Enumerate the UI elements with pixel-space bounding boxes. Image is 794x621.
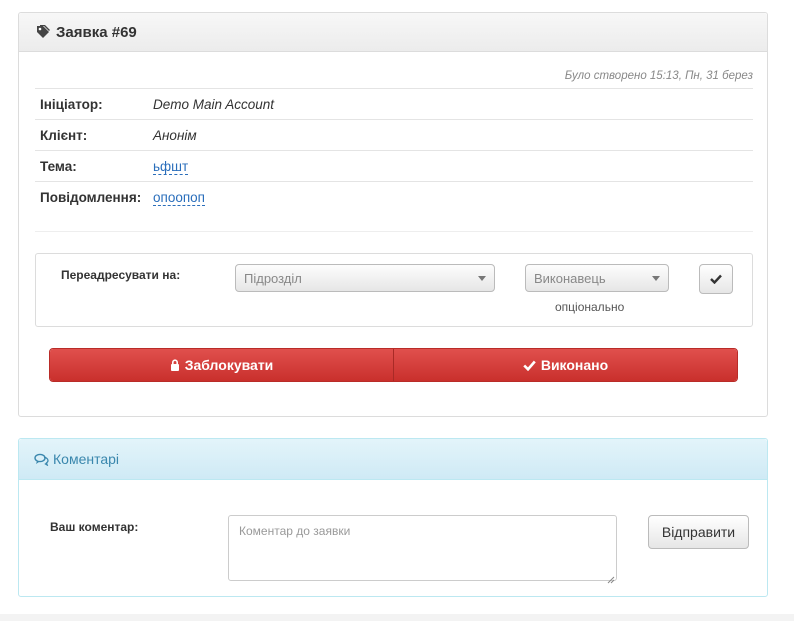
department-select[interactable]: Підрозділ — [235, 264, 495, 292]
divider — [35, 231, 753, 232]
subject-cell: ьфшт — [148, 150, 753, 182]
done-button[interactable]: Виконано — [393, 349, 737, 381]
comment-textarea[interactable] — [228, 515, 617, 581]
check-icon — [710, 272, 722, 287]
send-comment-button[interactable]: Відправити — [648, 515, 749, 549]
comments-panel-heading: Коментарі — [19, 439, 767, 480]
info-label: Тема: — [35, 150, 148, 182]
comments-panel: Коментарі Ваш коментар: Відправити — [18, 438, 768, 597]
info-label: Ініціатор: — [35, 88, 148, 120]
message-cell: опоопоп — [148, 181, 753, 213]
initiator-value: Demo Main Account — [148, 88, 753, 120]
lock-button[interactable]: Заблокувати — [50, 349, 393, 381]
ticket-title-text: Заявка #69 — [56, 23, 137, 41]
info-row-initiator: Ініціатор: Demo Main Account — [35, 88, 753, 120]
client-value: Анонім — [148, 119, 753, 151]
ticket-title: Заявка #69 — [35, 24, 137, 41]
info-row-subject: Тема: ьфшт — [35, 150, 753, 182]
executor-optional-note: опціонально — [555, 300, 625, 314]
executor-select[interactable]: Виконавець — [525, 264, 669, 292]
ticket-actions: Заблокувати Виконано — [49, 348, 738, 382]
created-timestamp: Було створено 15:13, Пн, 31 берез — [564, 70, 753, 82]
executor-select-value: Виконавець — [534, 270, 606, 286]
redirect-label: Переадресувати на: — [61, 268, 181, 282]
resize-grip-icon[interactable] — [607, 572, 615, 584]
ticket-panel-heading: Заявка #69 — [19, 13, 767, 52]
comments-icon — [34, 453, 49, 466]
info-row-client: Клієнт: Анонім — [35, 119, 753, 151]
page-bottom-strip — [0, 614, 794, 621]
lock-button-label: Заблокувати — [184, 357, 274, 373]
redirect-confirm-button[interactable] — [699, 264, 733, 294]
subject-link[interactable]: ьфшт — [153, 158, 189, 175]
lock-icon — [170, 359, 180, 371]
tag-icon — [35, 24, 51, 40]
ticket-panel: Заявка #69 Було створено 15:13, Пн, 31 б… — [18, 12, 768, 417]
check-icon — [523, 360, 536, 371]
chevron-down-icon — [478, 276, 486, 281]
comments-title-text: Коментарі — [53, 451, 120, 467]
info-label: Клієнт: — [35, 119, 148, 151]
redirect-form: Переадресувати на: Підрозділ Виконавець … — [35, 253, 753, 327]
department-select-value: Підрозділ — [244, 270, 302, 286]
chevron-down-icon — [652, 276, 660, 281]
message-link[interactable]: опоопоп — [153, 189, 205, 206]
comment-label: Ваш коментар: — [50, 520, 139, 534]
info-row-message: Повідомлення: опоопоп — [35, 181, 753, 213]
comments-title: Коментарі — [34, 451, 119, 467]
ticket-info-table: Ініціатор: Demo Main Account Клієнт: Ано… — [35, 88, 753, 213]
info-label: Повідомлення: — [35, 181, 148, 213]
done-button-label: Виконано — [540, 357, 609, 373]
